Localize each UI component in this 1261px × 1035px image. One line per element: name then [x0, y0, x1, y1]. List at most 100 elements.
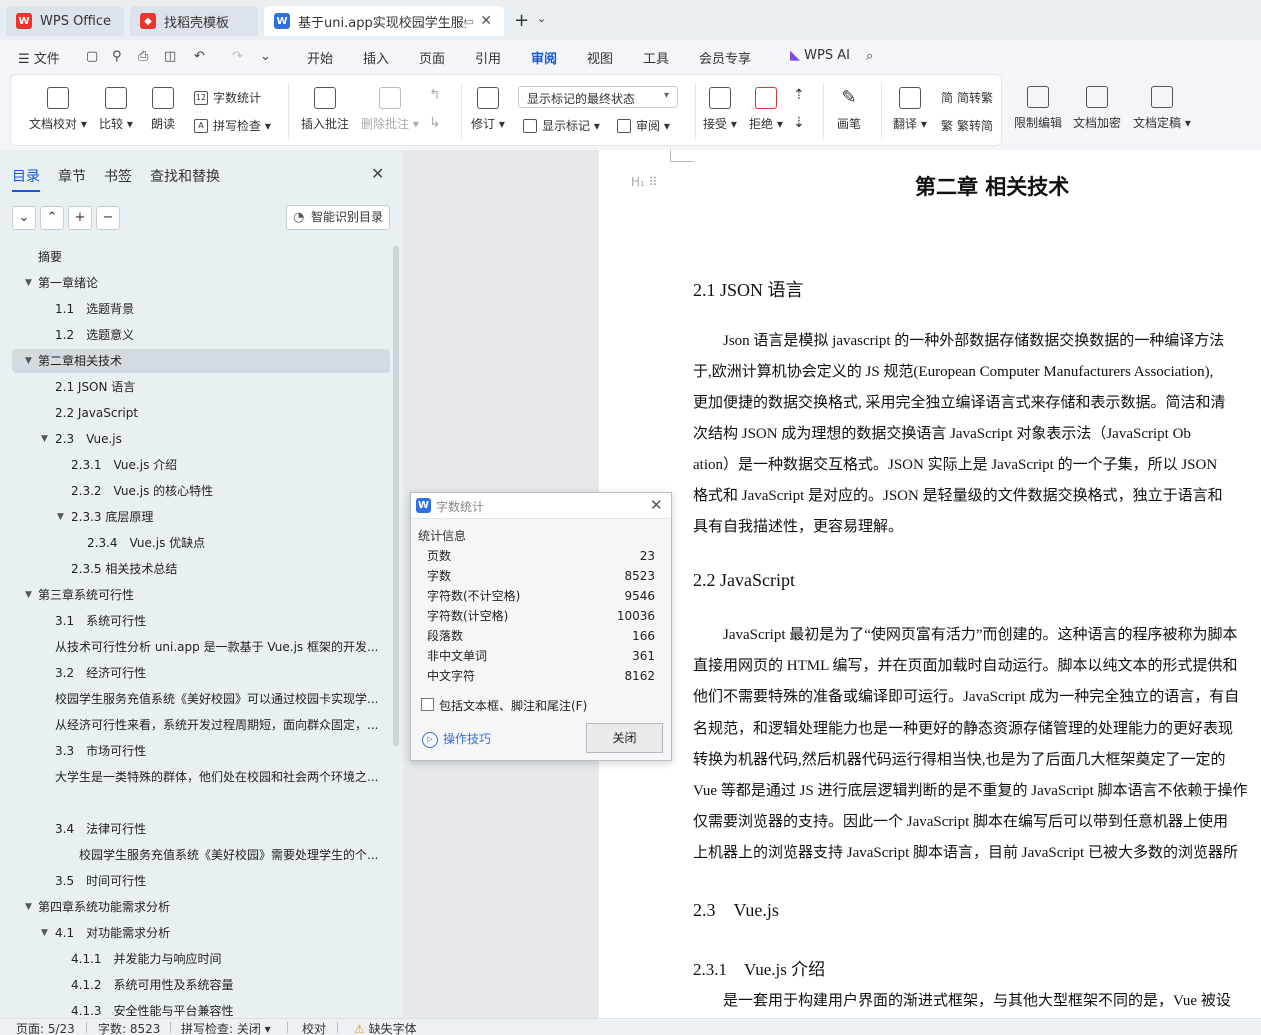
doc-check-button[interactable]: 文档校对 ▾ [29, 87, 87, 132]
prev-comment-icon[interactable]: ↰ [429, 87, 441, 103]
toc-expand-arrow-icon[interactable]: ▼ [25, 272, 32, 294]
toc-expand-arrow-icon[interactable]: ▼ [25, 896, 32, 918]
expand-down-button[interactable]: ⌄ [12, 206, 36, 230]
revise-button[interactable]: 修订 ▾ [471, 87, 505, 132]
close-tab-icon[interactable]: ✕ [480, 13, 492, 29]
toc-item[interactable]: 1.2 选题意义 [55, 324, 384, 346]
save-icon[interactable]: ▢ [86, 49, 98, 64]
toc-expand-arrow-icon[interactable]: ▼ [41, 428, 48, 450]
heading-drag-handle-icon[interactable]: H₁ ⠿ [631, 175, 657, 189]
toc-item[interactable]: 3.2 经济可行性 [55, 662, 384, 684]
tab-bookmarks[interactable]: 书签 [104, 166, 132, 186]
toc-item[interactable]: 1.1 选题背景 [55, 298, 384, 320]
redo-icon[interactable]: ↷ [232, 49, 243, 64]
insert-comment-button[interactable]: 插入批注 [301, 87, 349, 132]
close-icon[interactable]: ✕ [371, 164, 384, 183]
menu-insert[interactable]: 插入 [363, 48, 389, 67]
share-icon[interactable]: ⚲ [112, 49, 122, 64]
menu-start[interactable]: 开始 [307, 48, 333, 67]
remove-heading-button[interactable]: − [96, 206, 120, 230]
ink-button[interactable]: ✎ 画笔 [837, 87, 861, 132]
tab-sections[interactable]: 章节 [58, 166, 86, 186]
restrict-edit-button[interactable]: 限制编辑 [1014, 86, 1062, 131]
toc-item[interactable]: 第三章系统可行性 [38, 584, 384, 606]
delete-comment-button[interactable]: 删除批注 ▾ [361, 87, 419, 132]
prev-change-icon[interactable]: ⇡ [793, 87, 805, 103]
include-textbox-checkbox[interactable] [421, 698, 434, 711]
toc-item[interactable]: 2.2 JavaScript [55, 402, 384, 424]
menu-tools[interactable]: 工具 [643, 48, 669, 67]
tab-find-replace[interactable]: 查找和替换 [150, 166, 220, 186]
collapse-up-button[interactable]: ⌃ [40, 206, 64, 230]
toc-item[interactable]: 4.1 对功能需求分析 [55, 922, 384, 944]
toc-item[interactable]: 校园学生服务充值系统《美好校园》需要处理学生的个... [79, 844, 384, 866]
read-aloud-button[interactable]: 朗读 [151, 87, 175, 132]
toc-expand-arrow-icon[interactable]: ▼ [41, 922, 48, 944]
toc-item[interactable]: 2.3.5 相关技术总结 [71, 558, 384, 580]
toc-item[interactable]: 4.1.1 并发能力与响应时间 [71, 948, 384, 970]
encrypt-button[interactable]: 文档加密 [1073, 86, 1121, 131]
toc-item[interactable]: 3.4 法律可行性 [55, 818, 384, 840]
tips-link[interactable]: 操作技巧 [422, 730, 491, 748]
new-tab-icon[interactable]: + [514, 10, 529, 31]
toc-item[interactable]: 第四章系统功能需求分析 [38, 896, 384, 918]
toc-expand-arrow-icon[interactable]: ▼ [25, 350, 32, 372]
toc-item[interactable]: 从技术可行性分析 uni.app 是一款基于 Vue.js 框架的开发... [55, 636, 384, 658]
toc-item[interactable]: 校园学生服务充值系统《美好校园》可以通过校园卡实现学... [55, 688, 384, 710]
add-heading-button[interactable]: + [68, 206, 92, 230]
compare-button[interactable]: 比较 ▾ [99, 87, 133, 132]
toc-item[interactable]: 2.1 JSON 语言 [55, 376, 384, 398]
toc-item[interactable]: 3.5 时间可行性 [55, 870, 384, 892]
file-menu[interactable]: ☰ 文件 [18, 48, 60, 67]
page-indicator[interactable]: 页面: 5/23 [16, 1020, 75, 1035]
missing-font-button[interactable]: ⚠ 缺失字体 [354, 1020, 417, 1035]
more-chevron-icon[interactable]: ⌄ [260, 49, 271, 64]
close-icon[interactable]: ✕ [650, 496, 663, 514]
toc-item[interactable]: 第一章绪论 [38, 272, 384, 294]
print-icon[interactable]: ⎙ [138, 49, 148, 64]
show-markup-button[interactable]: 显示标记 ▾ [523, 117, 600, 134]
toc-item[interactable]: 第二章相关技术 [38, 350, 384, 372]
undo-icon[interactable]: ↶ [194, 49, 205, 64]
spell-check-status[interactable]: 拼写检查: 关闭 ▾ [181, 1020, 271, 1035]
word-count-indicator[interactable]: 字数: 8523 [98, 1020, 160, 1035]
toc-item[interactable]: 2.3.3 底层原理 [71, 506, 384, 528]
tab-toc[interactable]: 目录 [12, 166, 40, 192]
search-icon[interactable]: ⌕ [866, 49, 873, 64]
toc-item[interactable]: 从经济可行性来看，系统开发过程周期短，面向群众固定，... [55, 714, 384, 736]
proof-button[interactable]: 校对 [302, 1020, 326, 1035]
toc-item[interactable]: 4.1.2 系统可用性及系统容量 [71, 974, 384, 996]
translate-button[interactable]: 翻译 ▾ [893, 87, 927, 132]
toc-item[interactable]: 2.3 Vue.js [55, 428, 384, 450]
next-comment-icon[interactable]: ↳ [429, 115, 441, 131]
spell-check-button[interactable]: A 拼写检查 ▾ [194, 117, 271, 134]
tab-wps-office[interactable]: W WPS Office [6, 6, 124, 36]
print-preview-icon[interactable]: ◫ [164, 49, 176, 64]
menu-member[interactable]: 会员专享 [699, 48, 751, 67]
close-button[interactable]: 关闭 [586, 723, 663, 753]
word-count-button[interactable]: 12 字数统计 [194, 89, 261, 106]
toc-item[interactable]: 2.3.2 Vue.js 的核心特性 [71, 480, 384, 502]
chevron-down-icon[interactable]: ⌄ [537, 12, 546, 25]
next-change-icon[interactable]: ⇣ [793, 115, 805, 131]
review-pane-button[interactable]: 审阅 ▾ [617, 117, 670, 134]
tab-template[interactable]: ◆ 找稻壳模板 [130, 6, 258, 36]
toc-item[interactable]: 2.3.1 Vue.js 介绍 [71, 454, 384, 476]
toc-item[interactable]: 2.3.4 Vue.js 优缺点 [87, 532, 384, 554]
toc-expand-arrow-icon[interactable]: ▼ [25, 584, 32, 606]
toc-scrollbar[interactable] [393, 246, 399, 746]
smart-toc-button[interactable]: 智能识别目录 [286, 205, 390, 230]
reject-button[interactable]: 拒绝 ▾ [749, 87, 783, 132]
menu-page[interactable]: 页面 [419, 48, 445, 67]
toc-item[interactable]: 3.3 市场可行性 [55, 740, 384, 762]
markup-state-select[interactable]: 显示标记的最终状态 ▾ [518, 86, 678, 108]
to-simplified-button[interactable]: 繁繁转简 [941, 117, 993, 134]
toc-item[interactable]: 大学生是一类特殊的群体，他们处在校园和社会两个环境之... [55, 766, 384, 788]
menu-reference[interactable]: 引用 [475, 48, 501, 67]
toc-expand-arrow-icon[interactable]: ▼ [57, 506, 64, 528]
tab-document[interactable]: W 基于uni.app实现校园学生服务 ▭ ✕ [264, 6, 504, 36]
accept-button[interactable]: 接受 ▾ [703, 87, 737, 132]
finalize-button[interactable]: 文档定稿 ▾ [1133, 86, 1191, 131]
wps-ai-button[interactable]: ◣ WPS AI [790, 48, 850, 63]
monitor-icon[interactable]: ▭ [464, 15, 474, 28]
